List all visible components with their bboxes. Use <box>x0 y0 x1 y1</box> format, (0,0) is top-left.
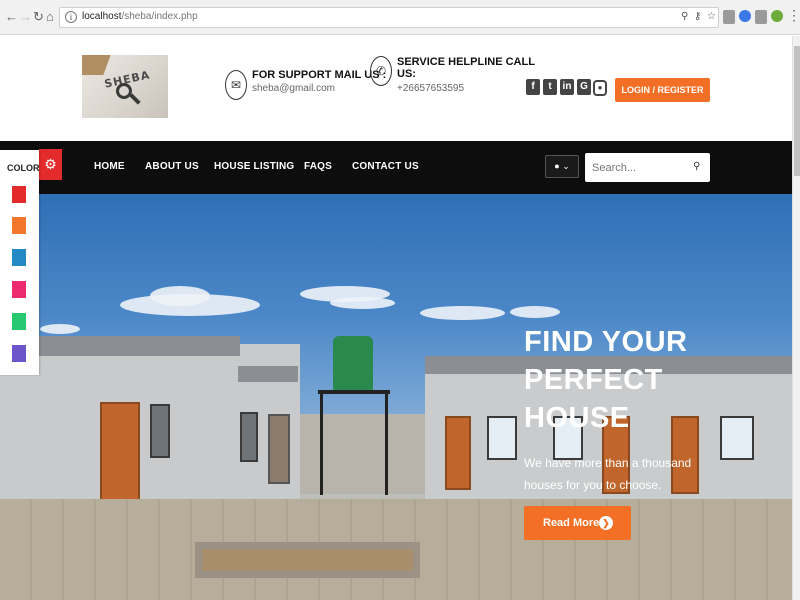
house-roof <box>238 366 298 382</box>
house-window <box>720 416 754 460</box>
nav-faqs[interactable]: FAQS <box>304 161 332 172</box>
zoom-icon[interactable]: ⚲ <box>681 11 688 22</box>
reload-icon[interactable]: ↻ <box>33 10 44 24</box>
forward-icon[interactable]: → <box>19 10 32 24</box>
star-icon[interactable]: ☆ <box>707 11 716 22</box>
color-swatch-purple[interactable] <box>12 345 26 362</box>
support-title: FOR SUPPORT MAIL US : <box>252 69 387 81</box>
color-swatch-green[interactable] <box>12 313 26 330</box>
hero-title-line: HOUSE <box>524 402 630 434</box>
google-plus-icon[interactable]: G <box>577 79 591 95</box>
user-icon: ● <box>554 161 560 171</box>
helpline-title-line1: SERVICE HELPLINE CALL <box>397 56 535 68</box>
phone-icon: ✆ <box>370 56 392 86</box>
nav-contact-us[interactable]: CONTACT US <box>352 161 419 172</box>
cloud <box>510 306 560 318</box>
chevron-right-icon: ❯ <box>599 516 613 530</box>
hero-subtitle-line: houses for you to choose. <box>524 478 662 492</box>
color-swatch-orange[interactable] <box>12 217 26 234</box>
gear-icon[interactable]: ⚙ <box>39 149 62 180</box>
planter <box>195 542 420 578</box>
helpline-phone[interactable]: +26657653595 <box>397 83 464 94</box>
browser-toolbar: ← → ↻ ⌂ i localhost/sheba/index.php ⚲ ⚷ … <box>0 0 800 35</box>
water-tank <box>333 336 373 391</box>
menu-kebab-icon[interactable]: ⋮ <box>787 8 800 22</box>
cloud <box>330 297 395 309</box>
color-swatch-red[interactable] <box>12 186 26 203</box>
logo-paper <box>82 55 111 75</box>
house-door <box>268 414 290 484</box>
support-email[interactable]: sheba@gmail.com <box>252 83 335 94</box>
extension-icon[interactable] <box>771 10 783 22</box>
hero-subtitle-line: We have more than a thousand <box>524 456 692 470</box>
hero-title-line: FIND YOUR <box>524 326 688 358</box>
hero-title-line: PERFECT <box>524 364 663 396</box>
key-icon[interactable]: ⚷ <box>694 11 701 22</box>
cloud <box>420 306 505 320</box>
boundary-wall <box>300 414 425 494</box>
nav-about-us[interactable]: ABOUT US <box>145 161 199 172</box>
hero-subtitle: We have more than a thousand houses for … <box>524 452 724 496</box>
scrollbar-thumb[interactable] <box>794 46 800 176</box>
color-switcher-panel: COLOR <box>0 150 40 375</box>
scrollbar[interactable] <box>792 36 800 600</box>
tank-stand <box>385 390 388 495</box>
house-window <box>150 404 170 458</box>
facebook-icon[interactable]: f <box>526 79 540 95</box>
helpline-title-line2: US: <box>397 68 416 80</box>
color-swatch-blue[interactable] <box>12 249 26 266</box>
nav-home[interactable]: HOME <box>94 161 125 172</box>
linkedin-icon[interactable]: in <box>560 79 574 95</box>
instagram-icon[interactable]: ● <box>593 80 607 96</box>
nav-house-listing[interactable]: HOUSE LISTING <box>214 161 294 172</box>
house-door <box>100 402 140 507</box>
search-box: ⚲ <box>585 153 710 182</box>
back-icon[interactable]: ← <box>5 10 18 24</box>
tank-stand <box>320 390 323 495</box>
extension-icon[interactable] <box>739 10 751 22</box>
magnifier-handle <box>129 93 141 105</box>
hero-banner: FIND YOUR PERFECT HOUSE We have more tha… <box>0 194 792 600</box>
extension-icon[interactable] <box>755 10 767 24</box>
color-swatch-pink[interactable] <box>12 281 26 298</box>
cloud <box>40 324 80 334</box>
cloud <box>150 286 210 306</box>
login-register-button[interactable]: LOGIN / REGISTER <box>615 78 710 102</box>
hero-title: FIND YOUR PERFECT HOUSE <box>524 323 724 437</box>
house-window <box>487 416 517 460</box>
read-more-button[interactable]: Read More ❯ <box>524 506 631 540</box>
site-header: SHEBA ✉ FOR SUPPORT MAIL US : sheba@gmai… <box>0 36 792 141</box>
info-icon[interactable]: i <box>65 11 77 23</box>
mail-icon: ✉ <box>225 70 247 100</box>
search-icon[interactable]: ⚲ <box>693 161 700 172</box>
twitter-icon[interactable]: t <box>543 79 557 95</box>
tank-stand <box>318 390 390 394</box>
home-icon[interactable]: ⌂ <box>46 10 54 24</box>
main-navbar: ⚙ HOME ABOUT US HOUSE LISTING FAQS CONTA… <box>0 141 792 194</box>
house-roof <box>35 336 240 356</box>
chevron-down-icon: ⌄ <box>562 161 570 171</box>
read-more-label: Read More <box>543 517 600 529</box>
color-label: COLOR <box>7 163 40 173</box>
search-input[interactable] <box>585 153 685 182</box>
house-window <box>240 412 258 462</box>
user-dropdown-button[interactable]: ● ⌄ <box>545 155 579 178</box>
logo[interactable]: SHEBA <box>82 55 168 118</box>
address-bar[interactable]: i localhost/sheba/index.php ⚲ ⚷ ☆ <box>59 7 719 28</box>
extension-icon[interactable] <box>723 10 735 24</box>
house-door <box>445 416 471 490</box>
url-text: localhost/sheba/index.php <box>82 11 198 22</box>
